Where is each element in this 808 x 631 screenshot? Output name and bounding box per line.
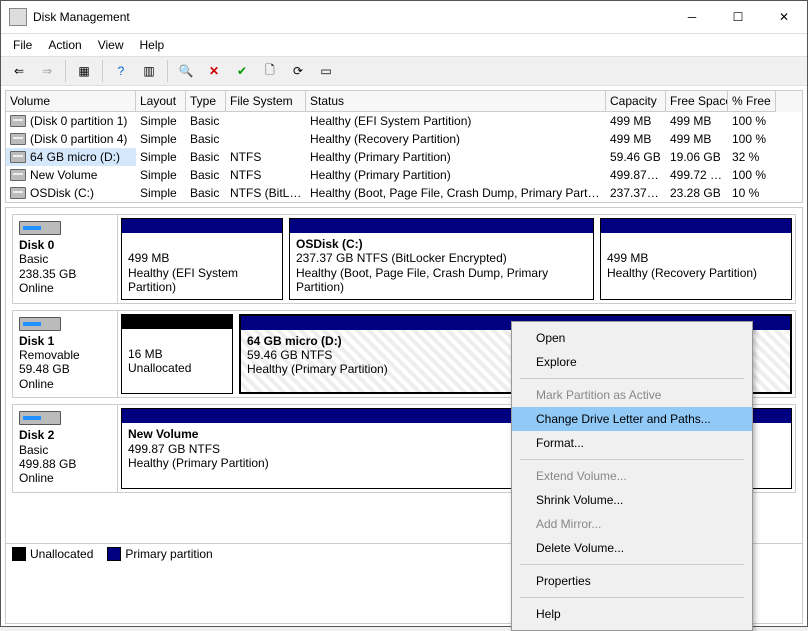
toolbar: ⇐ ⇒ ▦ ? ▥ 🔍 ✕ ✔ 🗋 ⟳ ▭ <box>1 56 807 86</box>
menu-action[interactable]: Action <box>40 36 89 54</box>
volume-list[interactable]: VolumeLayoutTypeFile SystemStatusCapacit… <box>5 90 803 203</box>
list-icon[interactable]: ▥ <box>136 58 162 84</box>
forward-button[interactable]: ⇒ <box>34 58 60 84</box>
volume-row[interactable]: (Disk 0 partition 1)SimpleBasicHealthy (… <box>6 112 802 130</box>
volume-row[interactable]: New VolumeSimpleBasicNTFSHealthy (Primar… <box>6 166 802 184</box>
new-icon[interactable]: 🗋 <box>257 58 283 84</box>
help-icon[interactable]: ? <box>108 58 134 84</box>
search-icon[interactable]: 🔍 <box>173 58 199 84</box>
ctx-explore[interactable]: Explore <box>512 350 752 374</box>
partition-efi[interactable]: 499 MBHealthy (EFI System Partition) <box>121 218 283 300</box>
menu-help[interactable]: Help <box>132 36 173 54</box>
title-bar: Disk Management ─ ☐ ✕ <box>1 1 807 34</box>
ctx-shrink-volume[interactable]: Shrink Volume... <box>512 488 752 512</box>
disk-management-window: Disk Management ─ ☐ ✕ File Action View H… <box>0 0 808 627</box>
maximize-button[interactable]: ☐ <box>715 1 761 33</box>
refresh-icon[interactable]: ⟳ <box>285 58 311 84</box>
disk-0: Disk 0 Basic 238.35 GB Online 499 MBHeal… <box>12 214 796 304</box>
disk-icon <box>19 411 61 425</box>
partition-recovery[interactable]: 499 MBHealthy (Recovery Partition) <box>600 218 792 300</box>
disk-icon <box>19 221 61 235</box>
menu-view[interactable]: View <box>90 36 132 54</box>
ctx-help[interactable]: Help <box>512 602 752 626</box>
ctx-add-mirror: Add Mirror... <box>512 512 752 536</box>
partition-osdisk[interactable]: OSDisk (C:)237.37 GB NTFS (BitLocker Enc… <box>289 218 594 300</box>
minimize-button[interactable]: ─ <box>669 1 715 33</box>
disk-icon <box>19 317 61 331</box>
ctx-delete-volume[interactable]: Delete Volume... <box>512 536 752 560</box>
ctx-extend-volume: Extend Volume... <box>512 464 752 488</box>
ctx-format[interactable]: Format... <box>512 431 752 455</box>
delete-icon[interactable]: ✕ <box>201 58 227 84</box>
grid-icon[interactable]: ▦ <box>71 58 97 84</box>
menu-bar: File Action View Help <box>1 34 807 56</box>
app-icon <box>9 8 27 26</box>
close-button[interactable]: ✕ <box>761 1 807 33</box>
ctx-mark-active: Mark Partition as Active <box>512 383 752 407</box>
ctx-change-drive-letter[interactable]: Change Drive Letter and Paths... <box>512 407 752 431</box>
layout-icon[interactable]: ▭ <box>313 58 339 84</box>
context-menu: Open Explore Mark Partition as Active Ch… <box>511 321 753 631</box>
window-title: Disk Management <box>33 10 669 24</box>
volume-row[interactable]: 64 GB micro (D:)SimpleBasicNTFSHealthy (… <box>6 148 802 166</box>
check-icon[interactable]: ✔ <box>229 58 255 84</box>
volume-row[interactable]: (Disk 0 partition 4)SimpleBasicHealthy (… <box>6 130 802 148</box>
back-button[interactable]: ⇐ <box>6 58 32 84</box>
ctx-open[interactable]: Open <box>512 326 752 350</box>
volume-list-header[interactable]: VolumeLayoutTypeFile SystemStatusCapacit… <box>6 91 802 112</box>
volume-row[interactable]: OSDisk (C:)SimpleBasicNTFS (BitLo...Heal… <box>6 184 802 202</box>
ctx-properties[interactable]: Properties <box>512 569 752 593</box>
menu-file[interactable]: File <box>5 36 40 54</box>
partition-unallocated[interactable]: 16 MBUnallocated <box>121 314 233 395</box>
